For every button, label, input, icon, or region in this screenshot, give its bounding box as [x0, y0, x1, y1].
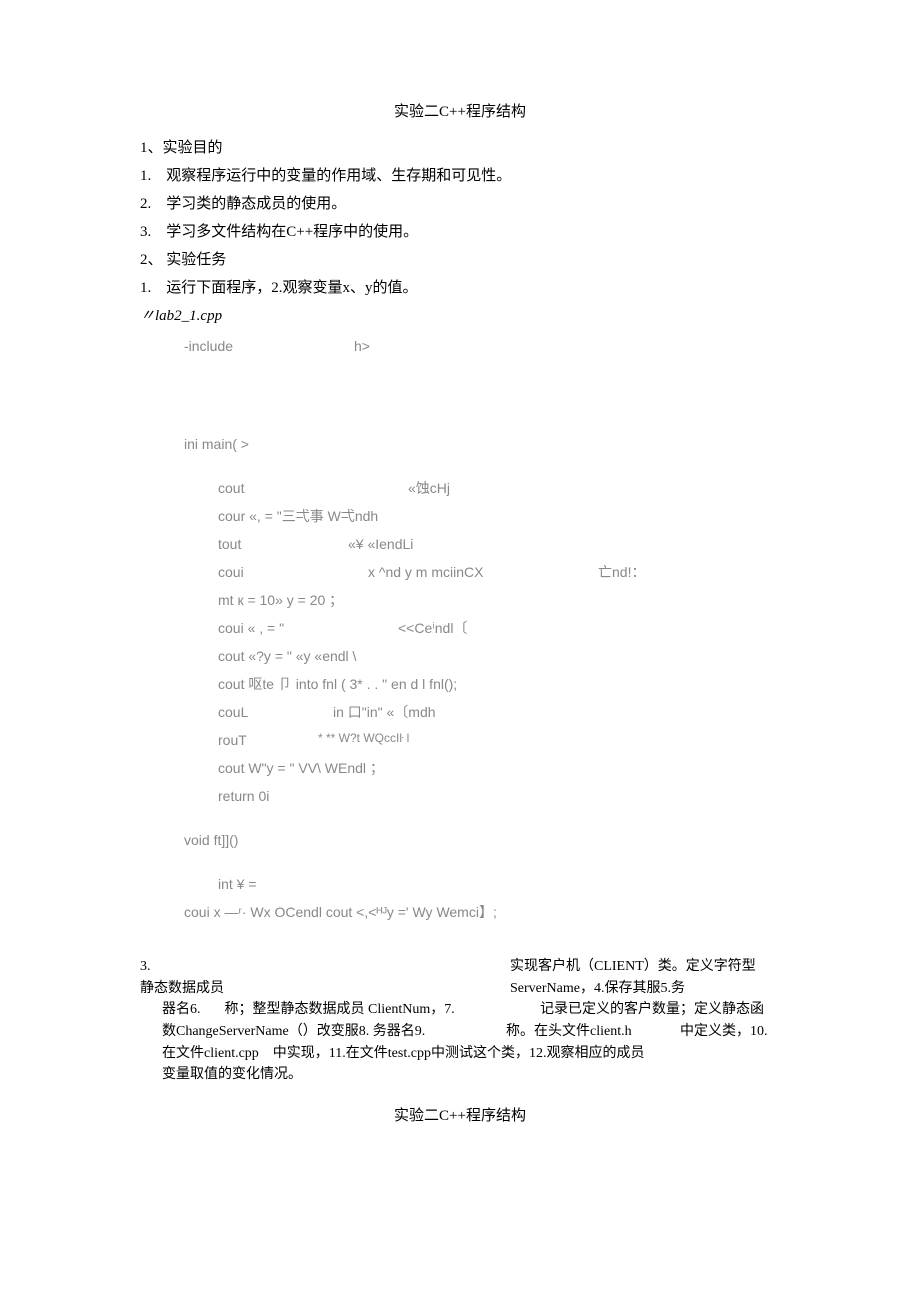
- code-line: return 0i: [140, 782, 780, 810]
- text: 静态数据成员: [140, 978, 510, 1000]
- task-3-section: 3. 实现客户机（CLIENT）类。定义字符型 静态数据成员 ServerNam…: [140, 956, 780, 1086]
- code-line: cour «, = "三弌事 W弌ndh: [140, 502, 780, 530]
- code-line: x ^nd y m mciinCX: [368, 558, 598, 586]
- code-line: int ¥ =: [140, 870, 780, 898]
- text: 器名6.: [162, 999, 201, 1021]
- section-heading-2: 2、 实验任务: [140, 248, 780, 272]
- code-line: cout W"y = " VV\ WEndl ；: [140, 754, 780, 782]
- code-line: «蚀cHj: [408, 474, 450, 502]
- text: 数ChangeServerName（）改变服8. 务器名9.: [162, 1021, 482, 1043]
- section-heading-1: 1、实验目的: [140, 136, 780, 160]
- text: 变量取值的变化情况。: [140, 1064, 780, 1086]
- text: 3.: [140, 956, 510, 978]
- code-line: coui x —ʳ· Wx OCendl cout <,<ᴴᴶy =' Wy W…: [140, 898, 780, 926]
- code-line: rouT: [218, 726, 318, 754]
- objective-2: 2. 学习类的静态成员的使用。: [140, 192, 780, 216]
- text: 记录已定义的客户数量；定义静态函: [540, 999, 780, 1021]
- code-line: -include: [184, 332, 354, 360]
- code-line: 亡nd!：: [598, 558, 645, 586]
- code-line: h>: [354, 332, 370, 360]
- code-line: coui « , = ": [218, 614, 398, 642]
- objective-1: 1. 观察程序运行中的变量的作用域、生存期和可见性。: [140, 164, 780, 188]
- code-line: coui: [218, 558, 368, 586]
- text: 称。在头文件client.h: [506, 1021, 656, 1043]
- code-line: cout «?y = " «y «endl \: [140, 642, 780, 670]
- text: 称；整型静态数据成员 ClientNum，7.: [225, 999, 517, 1021]
- code-line: * ** W?t WQccIŀ l: [318, 726, 409, 754]
- text: 在文件client.cpp 中实现，11.在文件test.cpp中测试这个类，1…: [140, 1043, 780, 1065]
- text: 中定义类，10.: [680, 1021, 780, 1043]
- doc-title: 实验二C++程序结构: [140, 100, 780, 124]
- code-line: ini main( >: [140, 430, 780, 458]
- task-1: 1. 运行下面程序，2.观察变量x、y的值。: [140, 276, 780, 300]
- code-line: tout: [218, 530, 348, 558]
- code-line: in 口"in" «〔mdh: [333, 698, 436, 726]
- code-line: «¥ «IendLi: [348, 530, 413, 558]
- objective-3: 3. 学习多文件结构在C++程序中的使用。: [140, 220, 780, 244]
- text: 实现客户机（CLIENT）类。定义字符型: [510, 956, 780, 978]
- code-line: <<Ceⁱndl〔: [398, 614, 467, 642]
- footer-title: 实验二C++程序结构: [140, 1104, 780, 1128]
- text: ServerName，4.保存其服5.务: [510, 978, 780, 1000]
- filename: 〃lab2_1.cpp: [140, 304, 780, 328]
- code-line: couL: [218, 698, 333, 726]
- code-block: -include h> ini main( > cout «蚀cHj cour …: [140, 332, 780, 926]
- code-line: cout 呕te 卩 into fnl ( 3* . . " en d l fn…: [140, 670, 780, 698]
- code-line: void ft]](): [140, 826, 780, 854]
- code-line: cout: [218, 474, 408, 502]
- code-line: mt к = 10» y = 20 ；: [140, 586, 780, 614]
